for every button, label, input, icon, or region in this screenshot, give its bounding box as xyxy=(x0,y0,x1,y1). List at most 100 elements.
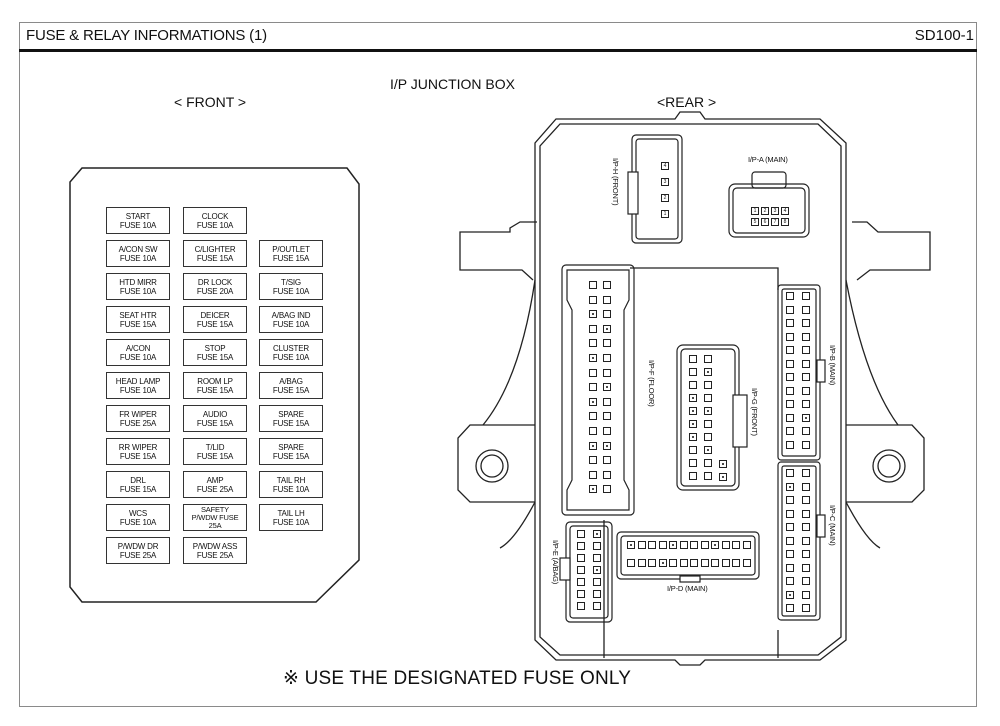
connector-pin xyxy=(577,542,585,550)
connector-pin xyxy=(577,530,585,538)
connector-pin xyxy=(786,577,794,585)
connector-pin: 1 xyxy=(661,210,669,218)
connector-pin xyxy=(577,590,585,598)
connector-pin xyxy=(627,541,635,549)
fuse-rating: FUSE 15A xyxy=(119,484,157,494)
connector-pin xyxy=(786,305,794,314)
connector-pin xyxy=(593,578,601,586)
connector-pin xyxy=(802,427,810,435)
connector-pin xyxy=(658,541,667,549)
fuse-rating: FUSE 10A xyxy=(272,319,310,329)
fuse-slot: CLUSTER FUSE 10A xyxy=(259,339,323,366)
fuse-rating: FUSE 15A xyxy=(196,451,234,461)
fuse-rating: FUSE 25A xyxy=(196,550,234,560)
fuse-name: CLUSTER xyxy=(273,343,309,353)
connector-pin xyxy=(589,441,597,450)
connector-pin xyxy=(802,386,810,395)
connector-pin xyxy=(577,602,585,610)
connector-pin xyxy=(786,550,794,558)
fuse-name: HEAD LAMP xyxy=(115,376,161,386)
fuse-rating: FUSE 15A xyxy=(196,253,234,263)
connector-ip-g xyxy=(676,344,748,491)
connector-pin xyxy=(603,310,611,319)
connector-ip-h xyxy=(627,134,683,244)
connector-label-ip-b: I/P-B (MAIN) xyxy=(828,345,837,386)
fuse-slot: DEICER FUSE 15A xyxy=(183,306,247,333)
fuse-slot: SPARE FUSE 15A xyxy=(259,405,323,432)
fuse-slot: TAIL RH FUSE 10A xyxy=(259,471,323,498)
connector-pin xyxy=(786,523,794,531)
connector-pin xyxy=(603,441,611,450)
fuse-name: WCS xyxy=(128,508,148,518)
connector-pin xyxy=(589,295,597,304)
connector-pin: 1 xyxy=(751,207,759,215)
connector-label-ip-d: I/P-D (MAIN) xyxy=(667,584,708,593)
fuse-name: A/BAG xyxy=(279,376,303,386)
fuse-name: T/LID xyxy=(205,442,225,452)
connector-pin xyxy=(603,412,611,421)
connector-pin: 3 xyxy=(771,207,779,215)
connector-pin: 4 xyxy=(781,207,789,215)
connector-pin xyxy=(589,310,597,319)
fuse-slot: A/BAG FUSE 15A xyxy=(259,372,323,399)
connector-pin xyxy=(690,541,698,549)
fuse-name: DEICER xyxy=(200,310,230,320)
connector-pin: 6 xyxy=(761,218,769,226)
connector-pin xyxy=(589,427,597,435)
connector-pin xyxy=(721,559,730,567)
fuse-name: START xyxy=(125,211,151,221)
connector-pin xyxy=(589,354,597,362)
connector-pin: 8 xyxy=(781,218,789,226)
connector-pin xyxy=(689,446,697,454)
connector-pin xyxy=(637,541,646,549)
connector-pin xyxy=(802,523,810,531)
connector-pin xyxy=(802,563,810,572)
fuse-rating: FUSE 25A xyxy=(196,484,234,494)
connector-pin xyxy=(689,355,697,363)
connector-pin xyxy=(603,383,611,392)
connector-pin xyxy=(802,509,810,518)
connector-pin xyxy=(704,407,712,415)
fuse-rating: FUSE 10A xyxy=(119,385,157,395)
footer-note: ※ USE THE DESIGNATED FUSE ONLY xyxy=(283,667,631,690)
connector-pin xyxy=(786,496,794,504)
connector-pin xyxy=(704,433,712,441)
connector-pin xyxy=(603,339,611,348)
fuse-rating: FUSE 15A xyxy=(196,385,234,395)
fuse-slot: TAIL LH FUSE 10A xyxy=(259,504,323,531)
fuse-name: STOP xyxy=(204,343,226,353)
connector-pin xyxy=(786,386,794,395)
connector-pin xyxy=(603,470,611,479)
fuse-name: AUDIO xyxy=(202,409,228,419)
connector-pin xyxy=(802,400,810,408)
connector-pin xyxy=(802,332,810,341)
connector-pin xyxy=(577,578,585,586)
connector-pin xyxy=(802,536,810,545)
connector-pin xyxy=(603,397,611,406)
connector-pin xyxy=(786,319,794,327)
fuse-rating: FUSE 10A xyxy=(272,286,310,296)
fuse-slot: AMP FUSE 25A xyxy=(183,471,247,498)
connector-pin xyxy=(603,427,611,435)
connector-pin xyxy=(802,604,810,612)
connector-pin xyxy=(802,292,810,300)
connector-pin xyxy=(786,427,794,435)
connector-pin xyxy=(786,413,794,422)
connector-pin xyxy=(589,383,597,392)
fuse-rating: FUSE 15A xyxy=(272,253,310,263)
fuse-slot: P/OUTLET FUSE 15A xyxy=(259,240,323,267)
connector-pin xyxy=(786,590,794,599)
connector-pin xyxy=(786,359,794,368)
fuse-slot: HTD MIRR FUSE 10A xyxy=(106,273,170,300)
connector-pin xyxy=(589,412,597,421)
fuse-rating: FUSE 10A xyxy=(196,220,234,230)
fuse-slot: P/WDW ASS FUSE 25A xyxy=(183,537,247,564)
fuse-rating: FUSE 15A xyxy=(119,451,157,461)
connector-pin xyxy=(732,541,740,549)
fuse-rating: FUSE 15A xyxy=(196,418,234,428)
connector-pin xyxy=(603,281,611,289)
connector-pin xyxy=(577,566,585,574)
connector-pin xyxy=(704,381,712,389)
fuse-name: CLOCK xyxy=(201,211,229,221)
connector-pin xyxy=(589,397,597,406)
